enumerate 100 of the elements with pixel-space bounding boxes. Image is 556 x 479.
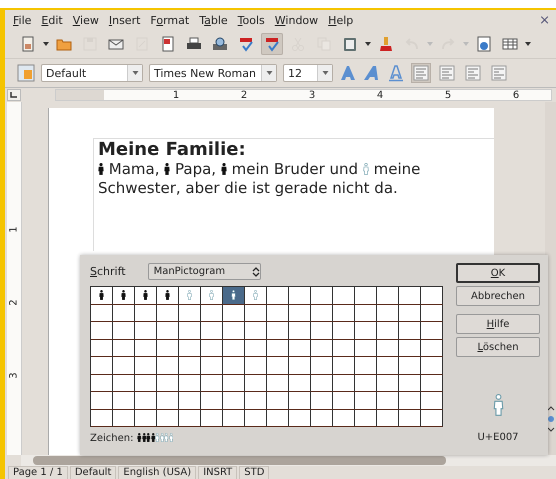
character-cell[interactable]: [179, 340, 201, 357]
character-cell[interactable]: [267, 374, 289, 392]
previous-page-icon[interactable]: [546, 405, 554, 413]
character-cell[interactable]: [333, 392, 355, 410]
character-cell[interactable]: [223, 304, 245, 322]
character-cell[interactable]: [267, 357, 289, 374]
menu-item[interactable]: Table: [194, 14, 233, 26]
close-button[interactable]: ×: [539, 12, 550, 28]
character-cell[interactable]: [355, 322, 377, 340]
character-cell[interactable]: [135, 357, 157, 374]
character-cell[interactable]: [377, 322, 399, 340]
menu-item[interactable]: Help: [323, 14, 358, 26]
vertical-ruler[interactable]: 1 2 3: [7, 102, 22, 455]
character-cell[interactable]: [311, 374, 333, 392]
character-cell[interactable]: [289, 410, 311, 427]
character-cell[interactable]: [91, 322, 113, 340]
character-cell[interactable]: [201, 304, 223, 322]
character-cell[interactable]: [201, 340, 223, 357]
character-cell[interactable]: [399, 392, 421, 410]
character-cell[interactable]: [399, 410, 421, 427]
character-cell[interactable]: [311, 322, 333, 340]
character-cell[interactable]: [201, 374, 223, 392]
character-cell[interactable]: [311, 304, 333, 322]
character-cell[interactable]: [91, 374, 113, 392]
dropdown-arrow-icon[interactable]: [266, 71, 272, 75]
character-cell[interactable]: [201, 287, 223, 304]
character-cell[interactable]: [223, 410, 245, 427]
character-cell[interactable]: [267, 287, 289, 304]
character-cell[interactable]: [267, 322, 289, 340]
menu-item[interactable]: Insert: [104, 14, 146, 26]
character-cell[interactable]: [223, 287, 245, 304]
size-combo[interactable]: 12: [283, 64, 333, 82]
character-cell[interactable]: [333, 322, 355, 340]
character-cell[interactable]: [91, 340, 113, 357]
character-cell[interactable]: [355, 304, 377, 322]
character-cell[interactable]: [421, 340, 443, 357]
character-cell[interactable]: [245, 374, 267, 392]
character-cell[interactable]: [311, 392, 333, 410]
character-cell[interactable]: [135, 392, 157, 410]
character-cell[interactable]: [91, 357, 113, 374]
character-cell[interactable]: [135, 374, 157, 392]
character-cell[interactable]: [355, 374, 377, 392]
character-cell[interactable]: [311, 340, 333, 357]
character-cell[interactable]: [245, 392, 267, 410]
horizontal-scrollbar[interactable]: [21, 455, 556, 466]
character-cell[interactable]: [245, 322, 267, 340]
character-cell[interactable]: [311, 410, 333, 427]
menu-item[interactable]: View: [68, 14, 104, 26]
character-cell[interactable]: [355, 410, 377, 427]
character-cell[interactable]: [113, 357, 135, 374]
character-cell[interactable]: [289, 357, 311, 374]
character-cell[interactable]: [179, 374, 201, 392]
character-cell[interactable]: [91, 392, 113, 410]
menu-item[interactable]: Window: [270, 14, 324, 26]
character-cell[interactable]: [399, 287, 421, 304]
dropdown-arrow-icon[interactable]: [322, 71, 328, 75]
character-cell[interactable]: [113, 304, 135, 322]
menu-item[interactable]: Format: [145, 14, 194, 26]
character-cell[interactable]: [135, 410, 157, 427]
character-cell[interactable]: [377, 374, 399, 392]
character-cell[interactable]: [91, 410, 113, 427]
character-cell[interactable]: [201, 357, 223, 374]
align-button[interactable]: [463, 63, 483, 83]
dialog-button[interactable]: Löschen: [456, 337, 540, 357]
character-cell[interactable]: [157, 322, 179, 340]
menu-item[interactable]: Edit: [36, 14, 68, 26]
character-cell[interactable]: [333, 340, 355, 357]
character-cell[interactable]: [355, 357, 377, 374]
character-cell[interactable]: [267, 304, 289, 322]
font-combo[interactable]: Times New Roman: [149, 64, 277, 82]
character-cell[interactable]: [179, 410, 201, 427]
character-cell[interactable]: [377, 304, 399, 322]
character-cell[interactable]: [157, 374, 179, 392]
character-cell[interactable]: [399, 340, 421, 357]
character-cell[interactable]: [179, 304, 201, 322]
character-cell[interactable]: [157, 410, 179, 427]
character-cell[interactable]: [201, 410, 223, 427]
character-cell[interactable]: [267, 410, 289, 427]
character-cell[interactable]: [289, 322, 311, 340]
menu-item[interactable]: File: [8, 14, 36, 26]
character-cell[interactable]: [201, 322, 223, 340]
dialog-button[interactable]: OK: [456, 263, 540, 283]
character-cell[interactable]: [223, 322, 245, 340]
character-cell[interactable]: [289, 304, 311, 322]
character-cell[interactable]: [421, 357, 443, 374]
character-cell[interactable]: [399, 304, 421, 322]
character-cell[interactable]: [91, 304, 113, 322]
character-cell[interactable]: [311, 287, 333, 304]
character-cell[interactable]: [245, 340, 267, 357]
character-cell[interactable]: [113, 374, 135, 392]
align-button[interactable]: [437, 63, 457, 83]
next-page-icon[interactable]: [546, 425, 554, 433]
character-cell[interactable]: [157, 357, 179, 374]
character-cell[interactable]: [289, 374, 311, 392]
character-cell[interactable]: [377, 357, 399, 374]
character-cell[interactable]: [245, 304, 267, 322]
character-cell[interactable]: [223, 340, 245, 357]
character-cell[interactable]: [135, 322, 157, 340]
character-cell[interactable]: [289, 392, 311, 410]
character-cell[interactable]: [355, 287, 377, 304]
